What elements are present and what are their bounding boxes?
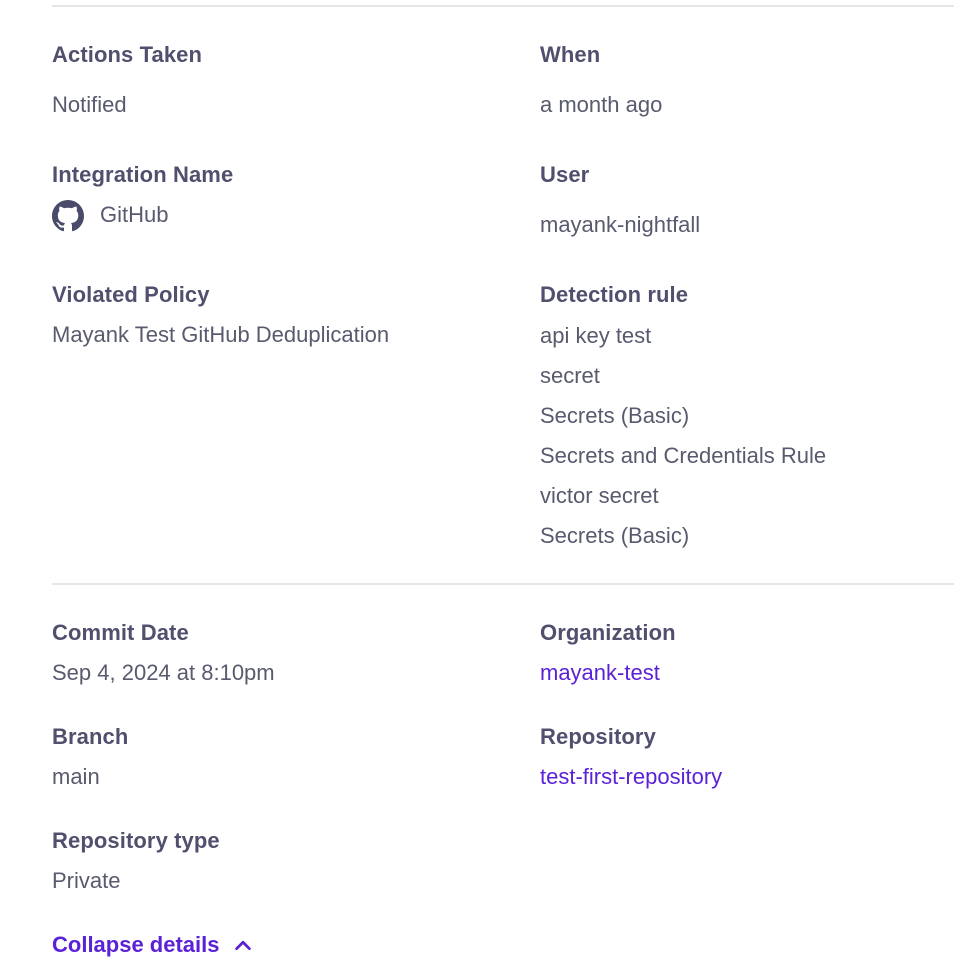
github-icon xyxy=(52,200,84,232)
repository-label: Repository xyxy=(540,724,656,749)
organization-label: Organization xyxy=(540,620,676,645)
commit-date-value: Sep 4, 2024 at 8:10pm xyxy=(52,660,275,685)
user-label: User xyxy=(540,162,590,187)
when-label: When xyxy=(540,42,601,67)
commit-date-label: Commit Date xyxy=(52,620,189,645)
top-divider xyxy=(52,5,954,7)
actions-taken-value: Notified xyxy=(52,92,127,117)
event-details-panel: Actions Taken Notified When a month ago … xyxy=(0,0,954,980)
integration-name-value: GitHub xyxy=(100,202,169,227)
collapse-details-label: Collapse details xyxy=(52,932,220,957)
detection-rule-list: api key test secret Secrets (Basic) Secr… xyxy=(540,322,826,562)
when-value: a month ago xyxy=(540,92,663,117)
detection-rule-item: victor secret xyxy=(540,483,659,508)
repository-type-label: Repository type xyxy=(52,828,220,853)
repository-type-value: Private xyxy=(52,868,121,893)
branch-label: Branch xyxy=(52,724,129,749)
collapse-details-button[interactable]: Collapse details xyxy=(52,932,254,958)
section-divider xyxy=(52,583,954,585)
violated-policy-label: Violated Policy xyxy=(52,282,210,307)
branch-value: main xyxy=(52,764,100,789)
detection-rule-label: Detection rule xyxy=(540,282,689,307)
violated-policy-value: Mayank Test GitHub Deduplication xyxy=(52,322,390,347)
detection-rule-item: secret xyxy=(540,363,600,388)
repository-link[interactable]: test-first-repository xyxy=(540,764,722,790)
actions-taken-label: Actions Taken xyxy=(52,42,203,67)
organization-link[interactable]: mayank-test xyxy=(540,660,660,686)
detection-rule-item: Secrets and Credentials Rule xyxy=(540,443,827,468)
user-value: mayank-nightfall xyxy=(540,212,701,237)
detection-rule-item: api key test xyxy=(540,323,652,348)
detection-rule-item: Secrets (Basic) xyxy=(540,523,690,548)
detection-rule-item: Secrets (Basic) xyxy=(540,403,690,428)
integration-name-label: Integration Name xyxy=(52,162,234,187)
chevron-up-icon xyxy=(234,940,251,951)
